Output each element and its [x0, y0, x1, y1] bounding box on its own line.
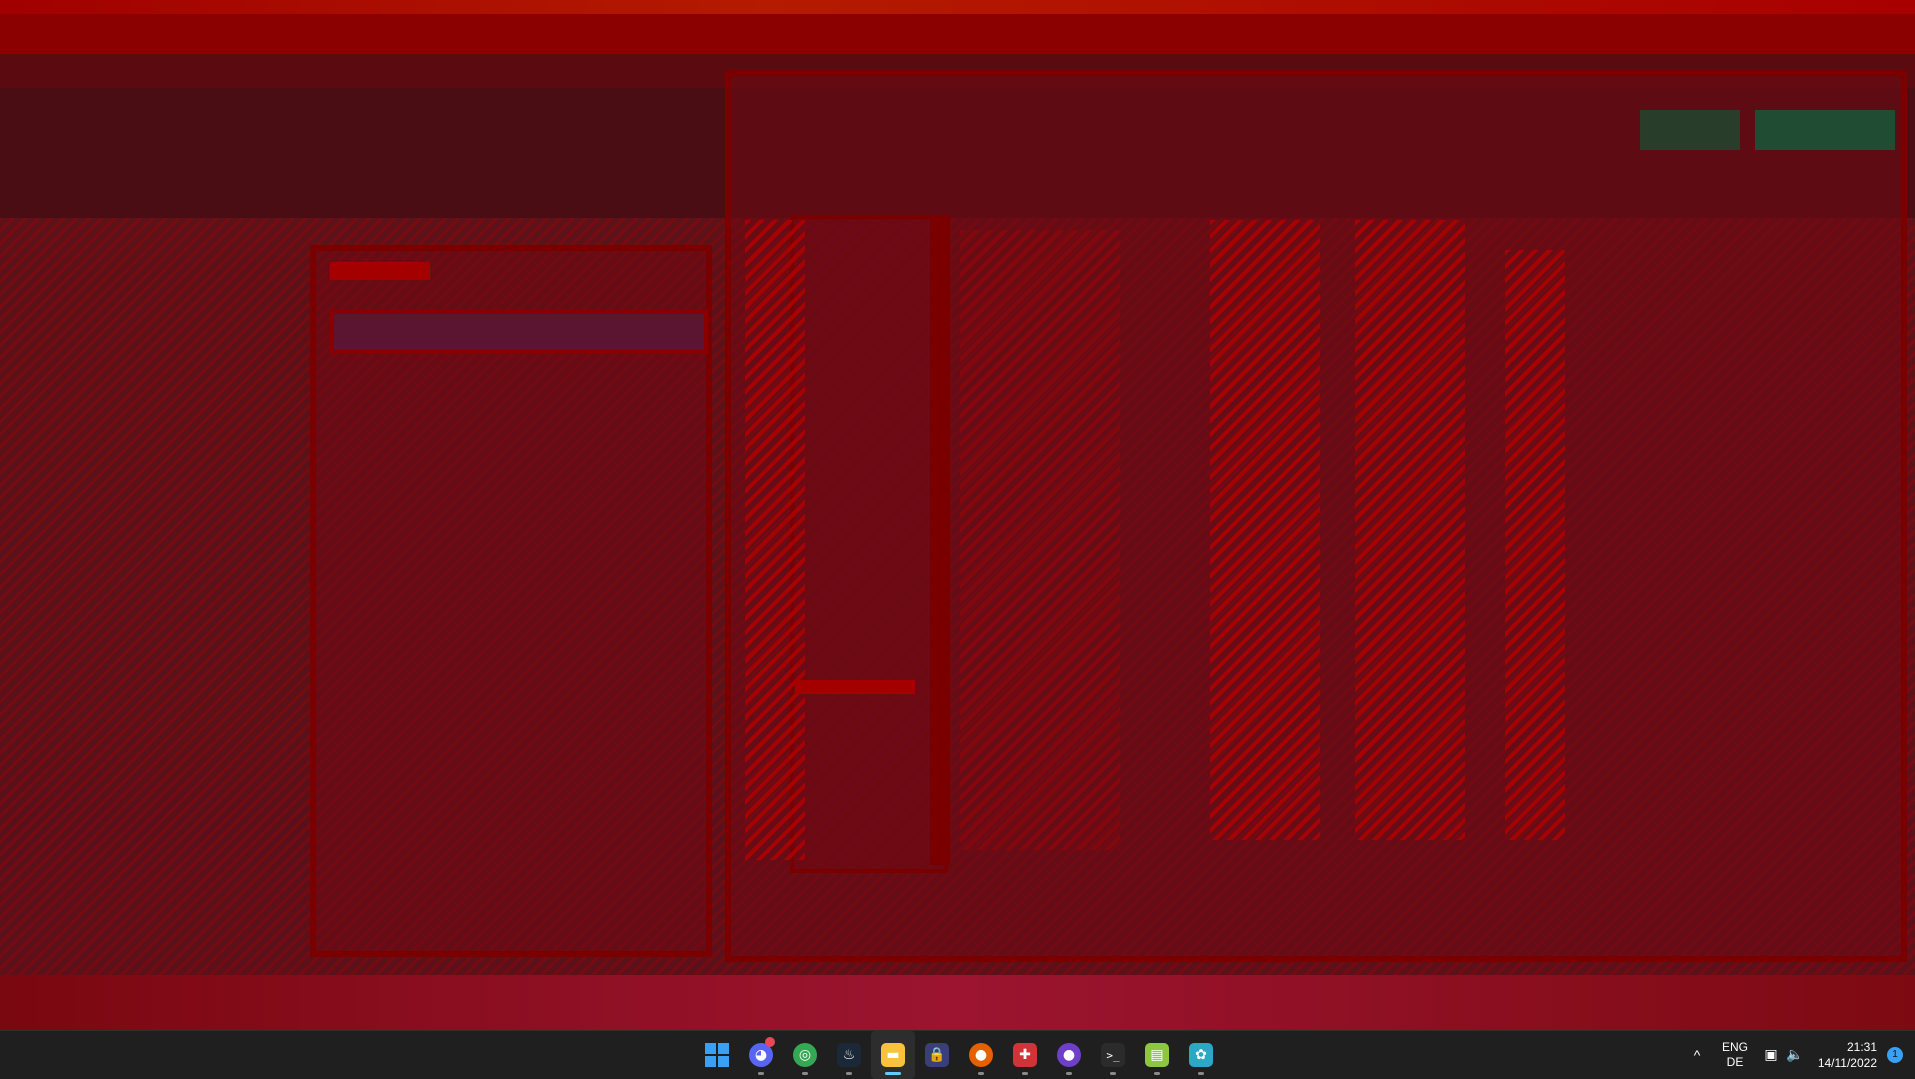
- palette-icon: ✿: [1189, 1043, 1213, 1067]
- language-indicator[interactable]: ENG DE: [1711, 1040, 1759, 1070]
- running-indicator: [978, 1072, 984, 1075]
- taskbar-app-steam[interactable]: ♨: [827, 1031, 871, 1079]
- taskbar-app-chrome[interactable]: ◎: [783, 1031, 827, 1079]
- running-indicator: [1066, 1072, 1072, 1075]
- lock-icon: 🔒: [925, 1043, 949, 1067]
- glitch-streaks: [1355, 220, 1465, 840]
- corrupted-divider: [930, 215, 950, 865]
- firefox-icon: ●: [969, 1043, 993, 1067]
- glitch-block: [330, 262, 430, 280]
- taskbar-app-firefox[interactable]: ●: [959, 1031, 1003, 1079]
- steam-icon: ♨: [837, 1043, 861, 1067]
- glitch-streaks: [960, 230, 1120, 850]
- running-indicator: [1022, 1072, 1028, 1075]
- taskbar-app-github-desktop[interactable]: ●: [1047, 1031, 1091, 1079]
- corrupted-window-sidebar: [790, 215, 948, 873]
- glitch-streaks: [1210, 220, 1320, 840]
- running-indicator: [1154, 1072, 1160, 1075]
- notification-badge[interactable]: 1: [1887, 1047, 1903, 1063]
- notification-dot: [765, 1037, 775, 1047]
- clock[interactable]: 21:31 14/11/2022: [1807, 1039, 1883, 1071]
- taskbar: ◕ ◎ ♨ ▬ 🔒 ● ✚ ● >_ ▤ ✿ ^ ENG DE ▣ 🔈 21:31 14/11/20…: [0, 1030, 1915, 1079]
- network-icon[interactable]: ▣: [1759, 1047, 1783, 1063]
- windows-logo-icon: [705, 1043, 729, 1067]
- glitch-block: [1640, 110, 1740, 150]
- running-indicator: [846, 1072, 852, 1075]
- clock-date: 14/11/2022: [1817, 1056, 1877, 1070]
- chrome-icon: ◎: [793, 1043, 817, 1067]
- language-primary: ENG: [1721, 1040, 1748, 1054]
- corrupted-desktop: [0, 0, 1915, 1030]
- taskbar-apps: ◕ ◎ ♨ ▬ 🔒 ● ✚ ● >_ ▤ ✿: [695, 1031, 1223, 1079]
- taskbar-app-discord[interactable]: ◕: [739, 1031, 783, 1079]
- volume-icon[interactable]: 🔈: [1783, 1047, 1807, 1063]
- glitch-band: [0, 975, 1915, 1030]
- taskbar-app-vpn[interactable]: 🔒: [915, 1031, 959, 1079]
- notepad-icon: ▤: [1145, 1043, 1169, 1067]
- terminal-icon: >_: [1101, 1043, 1125, 1067]
- system-tray: ^ ENG DE ▣ 🔈 21:31 14/11/2022 1: [1683, 1031, 1915, 1079]
- taskbar-app-terminal[interactable]: >_: [1091, 1031, 1135, 1079]
- taskbar-app-file-explorer[interactable]: ▬: [871, 1031, 915, 1079]
- glitch-block: [330, 310, 708, 354]
- running-indicator: [802, 1072, 808, 1075]
- glitch-streaks: [1505, 250, 1565, 840]
- language-secondary: DE: [1726, 1055, 1744, 1069]
- glitch-band: [0, 0, 1915, 14]
- glitch-streaks: [745, 220, 805, 860]
- running-indicator: [758, 1072, 764, 1075]
- glitch-block: [1755, 110, 1895, 150]
- glitch-block: [795, 680, 915, 694]
- chevron-up-icon[interactable]: ^: [1683, 1047, 1711, 1063]
- taskbar-app-start[interactable]: [695, 1031, 739, 1079]
- glitch-band: [0, 14, 1915, 54]
- folder-icon: ▬: [881, 1043, 905, 1067]
- taskbar-app-notepad[interactable]: ▤: [1135, 1031, 1179, 1079]
- taskbar-app-paint[interactable]: ✿: [1179, 1031, 1223, 1079]
- running-indicator: [1198, 1072, 1204, 1075]
- clock-time: 21:31: [1846, 1040, 1877, 1054]
- taskbar-app-app-red[interactable]: ✚: [1003, 1031, 1047, 1079]
- github-icon: ●: [1057, 1043, 1081, 1067]
- red-app-icon: ✚: [1013, 1043, 1037, 1067]
- running-indicator: [1110, 1072, 1116, 1075]
- running-indicator: [885, 1072, 901, 1075]
